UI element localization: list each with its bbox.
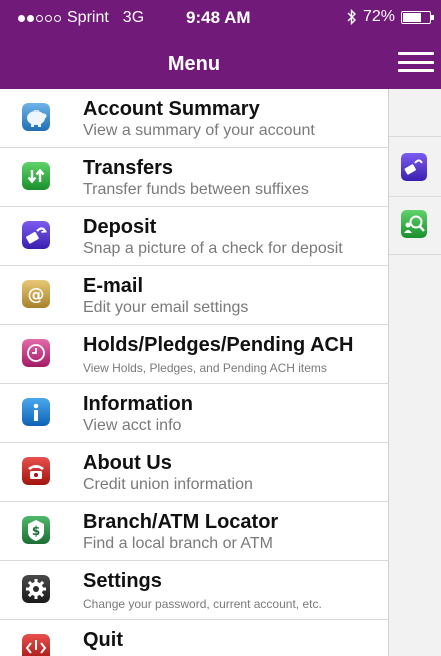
menu-item-about-us[interactable]: About Us Credit union information [0,443,388,502]
power-icon [22,634,50,656]
menu-item-title: Settings [83,570,162,592]
menu-item-title: Transfers [83,157,174,179]
menu-item-title: Account Summary [83,98,260,120]
piggy-bank-icon [22,103,50,131]
menu-item-title: About Us [83,452,172,474]
menu-item-branch-atm-locator[interactable]: $ Branch/ATM Locator Find a local branch… [0,502,388,561]
side-panel [388,89,441,656]
status-time: 9:48 AM [186,8,251,27]
side-panel-header-row [389,89,441,137]
search-person-icon [401,210,427,238]
menu-item-holds-pledges[interactable]: Holds/Pledges/Pending ACH View Holds, Pl… [0,325,388,384]
menu-item-email[interactable]: @ E-mail Edit your email settings [0,266,388,325]
email-at-icon: @ [22,280,50,308]
check-deposit-icon [22,221,50,249]
menu-item-settings[interactable]: Settings Change your password, current a… [0,561,388,620]
battery-status: 72% [347,8,434,26]
battery-percent: 72% [362,8,395,25]
svg-text:$: $ [32,524,40,538]
menu-item-information[interactable]: Information View acct info [0,384,388,443]
menu-item-deposit[interactable]: Deposit Snap a picture of a check for de… [0,207,388,266]
menu-item-title: E-mail [83,275,144,297]
menu-item-account-summary[interactable]: Account Summary View a summary of your a… [0,89,388,148]
carrier-name: Sprint [67,9,109,26]
svg-text:@: @ [28,285,45,305]
menu-item-quit[interactable]: Quit [0,620,388,656]
gear-icon [22,575,50,603]
menu-item-subtitle: Credit union information [83,476,253,493]
menu-item-subtitle: View Holds, Pledges, and Pending ACH ite… [83,361,327,375]
menu-item-subtitle: View a summary of your account [83,122,315,139]
menu-item-subtitle: Edit your email settings [83,299,249,316]
network-type: 3G [122,9,145,26]
signal-strength-icon [18,14,61,22]
status-bar: Sprint 3G 9:48 AM 72% [0,0,441,40]
menu-list: Account Summary View a summary of your a… [0,89,388,656]
side-panel-deposit-row[interactable] [389,137,441,197]
battery-icon [401,10,434,24]
menu-item-subtitle: Transfer funds between suffixes [83,181,309,198]
menu-item-title: Information [83,393,193,415]
transfer-arrows-icon [22,162,50,190]
menu-item-subtitle: Change your password, current account, e… [83,597,322,611]
dollar-locator-icon: $ [22,516,50,544]
info-icon [22,398,50,426]
menu-item-title: Branch/ATM Locator [83,511,279,533]
menu-item-title: Deposit [83,216,157,238]
phone-icon [22,457,50,485]
menu-item-subtitle: View acct info [83,417,182,434]
menu-item-subtitle: Snap a picture of a check for deposit [83,240,343,257]
bluetooth-icon [347,9,356,25]
hamburger-menu-icon[interactable] [398,48,434,76]
side-panel-locator-row[interactable] [389,197,441,255]
check-deposit-icon [401,153,427,181]
page-title: Menu [0,40,388,89]
menu-item-transfers[interactable]: Transfers Transfer funds between suffixe… [0,148,388,207]
clock-icon [22,339,50,367]
carrier-info: Sprint 3G [18,9,144,27]
menu-item-subtitle: Find a local branch or ATM [83,535,274,552]
menu-item-title: Quit [83,629,123,651]
menu-item-title: Holds/Pledges/Pending ACH [83,334,354,356]
